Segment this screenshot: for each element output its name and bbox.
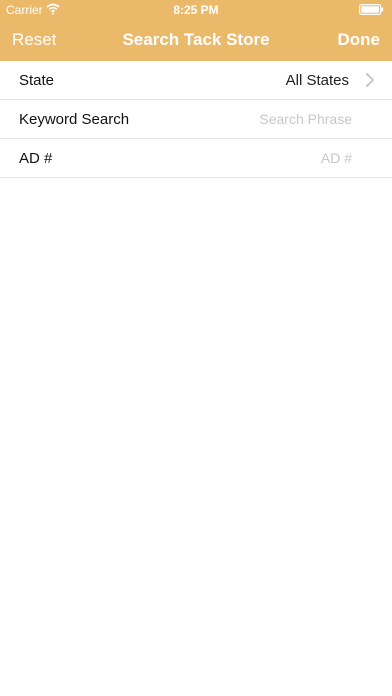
page-title: Search Tack Store <box>122 30 270 49</box>
status-bar: Carrier 8:25 PM <box>0 0 392 20</box>
battery-icon <box>359 4 384 16</box>
reset-button[interactable]: Reset <box>12 30 56 50</box>
state-value: All States <box>285 71 349 89</box>
chevron-right-icon <box>365 73 375 87</box>
ad-number-input[interactable] <box>170 143 354 173</box>
keyword-search-input[interactable] <box>170 104 354 134</box>
state-label: State <box>19 71 55 89</box>
state-row[interactable]: State All States <box>0 61 392 100</box>
keyword-row: Keyword Search <box>0 100 392 139</box>
status-time: 8:25 PM <box>173 3 219 17</box>
ad-row: AD # <box>0 139 392 178</box>
done-button[interactable]: Done <box>338 30 381 50</box>
navigation-bar: Reset Search Tack Store Done <box>0 20 392 61</box>
ad-label: AD # <box>19 149 53 167</box>
search-form: State All States Keyword Search AD # <box>0 61 392 178</box>
keyword-label: Keyword Search <box>19 110 130 128</box>
